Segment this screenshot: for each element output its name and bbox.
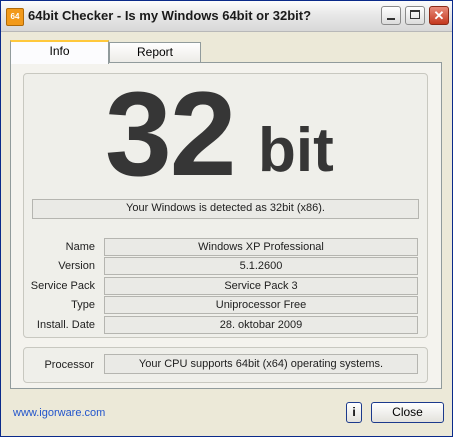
close-icon: ✕ <box>433 8 445 23</box>
install-date-value: 28. oktobar 2009 <box>104 316 418 334</box>
bitness-unit: bit <box>258 116 334 185</box>
version-label: Version <box>58 260 95 272</box>
type-label: Type <box>71 299 95 311</box>
processor-label: Processor <box>44 359 94 371</box>
maximize-button[interactable] <box>405 6 425 25</box>
website-link[interactable]: www.igorware.com <box>13 407 105 419</box>
version-value: 5.1.2600 <box>104 257 418 275</box>
service-pack-label: Service Pack <box>30 280 95 292</box>
install-date-label: Install. Date <box>36 319 95 331</box>
window-title: 64bit Checker - Is my Windows 64bit or 3… <box>28 8 312 23</box>
close-button[interactable]: Close <box>371 402 444 423</box>
close-window-button[interactable]: ✕ <box>429 6 449 25</box>
name-value: Windows XP Professional <box>104 238 418 256</box>
minimize-button[interactable] <box>381 6 401 25</box>
app-icon: 64 <box>6 8 24 26</box>
service-pack-value: Service Pack 3 <box>104 277 418 295</box>
processor-value: Your CPU supports 64bit (x64) operating … <box>104 354 418 374</box>
minimize-icon <box>387 18 395 20</box>
about-button[interactable]: i <box>346 402 362 423</box>
maximize-icon <box>410 10 420 19</box>
detection-result: Your Windows is detected as 32bit (x86). <box>32 199 419 219</box>
name-label: Name <box>65 241 95 253</box>
tab-info[interactable]: Info <box>10 40 109 64</box>
type-value: Uniprocessor Free <box>104 296 418 314</box>
bitness-number: 32 <box>105 67 236 201</box>
title-bar[interactable]: 64 64bit Checker - Is my Windows 64bit o… <box>1 1 452 32</box>
app-window: 64 64bit Checker - Is my Windows 64bit o… <box>0 0 453 437</box>
